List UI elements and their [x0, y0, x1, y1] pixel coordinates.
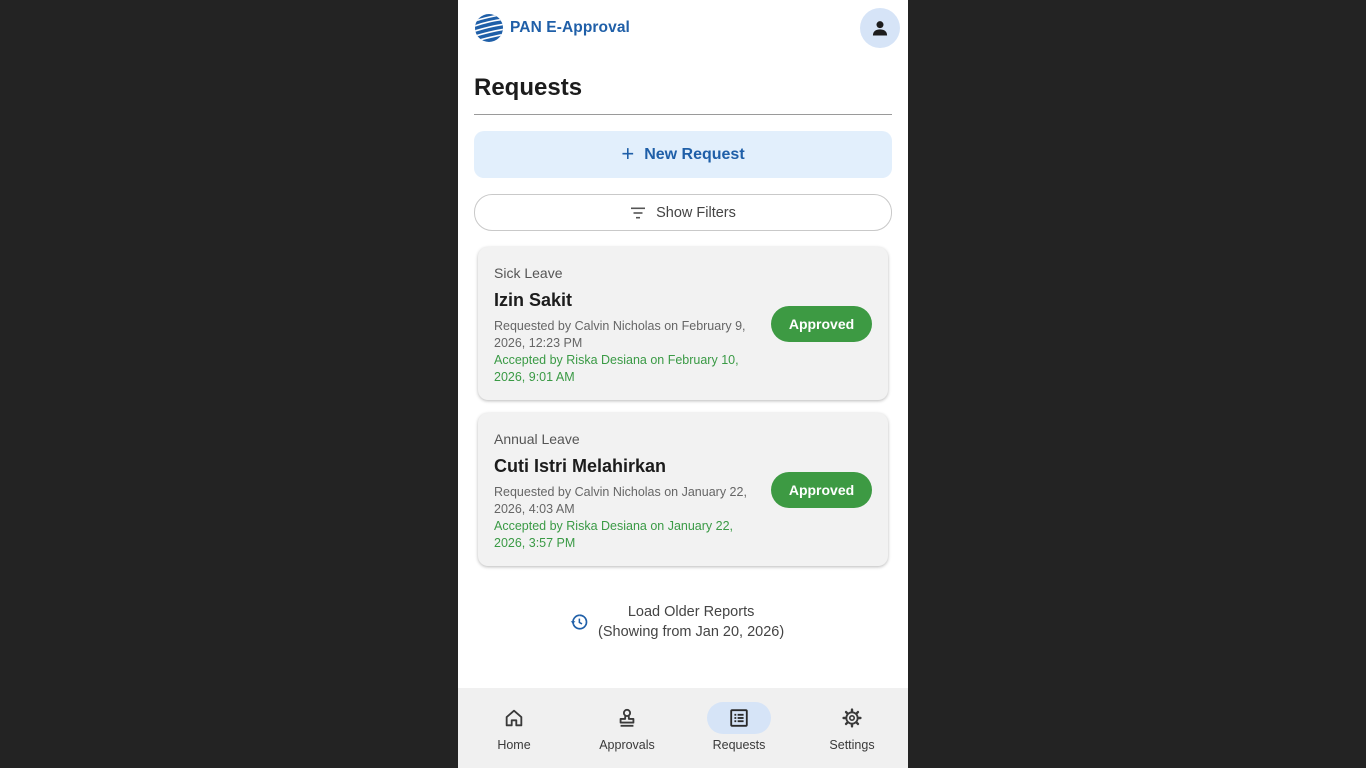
request-type: Annual Leave: [494, 431, 580, 447]
app-header: PAN E-Approval: [458, 0, 908, 56]
app-logo[interactable]: PAN E-Approval: [474, 13, 630, 43]
load-older-reports-button[interactable]: Load Older Reports (Showing from Jan 20,…: [570, 602, 784, 642]
title-divider: [474, 114, 892, 115]
nav-requests[interactable]: Requests: [683, 688, 795, 768]
accepted-by-text: Accepted by Riska Desiana on February 10…: [494, 353, 739, 384]
gear-icon: [842, 708, 862, 728]
new-request-label: New Request: [644, 145, 745, 163]
nav-home[interactable]: Home: [458, 688, 570, 768]
profile-button[interactable]: [860, 8, 900, 48]
page-title: Requests: [474, 74, 583, 101]
load-older-label: Load Older Reports: [627, 604, 755, 620]
request-card[interactable]: Sick Leave Izin Sakit Requested by Calvi…: [478, 247, 888, 400]
nav-approvals[interactable]: Approvals: [571, 688, 683, 768]
stamp-icon: [619, 708, 635, 727]
nav-settings-pill: [820, 702, 884, 734]
show-filters-button[interactable]: Show Filters: [474, 194, 892, 231]
app-name: PAN E-Approval: [510, 19, 630, 36]
requested-by-text: Requested by Calvin Nicholas on January …: [494, 485, 747, 516]
home-icon: [505, 709, 523, 727]
person-icon: [872, 21, 888, 36]
load-older-text: Load Older Reports (Showing from Jan 20,…: [598, 602, 784, 642]
nav-requests-label: Requests: [712, 738, 766, 752]
history-icon: [570, 614, 588, 630]
request-title: Cuti Istri Melahirkan: [494, 456, 667, 476]
requested-by-text: Requested by Calvin Nicholas on February…: [494, 319, 746, 350]
nav-home-pill: [482, 702, 546, 734]
nav-settings-label: Settings: [829, 738, 875, 752]
nav-approvals-label: Approvals: [599, 738, 655, 752]
nav-requests-pill: [707, 702, 771, 734]
status-badge: Approved: [771, 306, 872, 342]
plus-icon: +: [621, 140, 635, 166]
status-badge: Approved: [771, 472, 872, 508]
list-icon: [730, 709, 748, 727]
app-screen: PAN E-Approval Requests + New Request Sh…: [458, 0, 908, 768]
pan-globe-logo-icon: [475, 14, 503, 42]
bottom-navigation: Home Approvals Requests Settings: [458, 688, 908, 768]
load-older-range: (Showing from Jan 20, 2026): [598, 624, 785, 640]
new-request-button[interactable]: + New Request: [474, 131, 892, 178]
show-filters-label: Show Filters: [656, 204, 736, 221]
nav-settings[interactable]: Settings: [796, 688, 908, 768]
nav-home-label: Home: [497, 738, 531, 752]
request-card[interactable]: Annual Leave Cuti Istri Melahirkan Reque…: [478, 413, 888, 566]
nav-approvals-pill: [595, 702, 659, 734]
request-title: Izin Sakit: [494, 290, 573, 310]
request-type: Sick Leave: [494, 265, 563, 281]
accepted-by-text: Accepted by Riska Desiana on January 22,…: [494, 519, 734, 550]
filter-icon: [631, 207, 646, 218]
